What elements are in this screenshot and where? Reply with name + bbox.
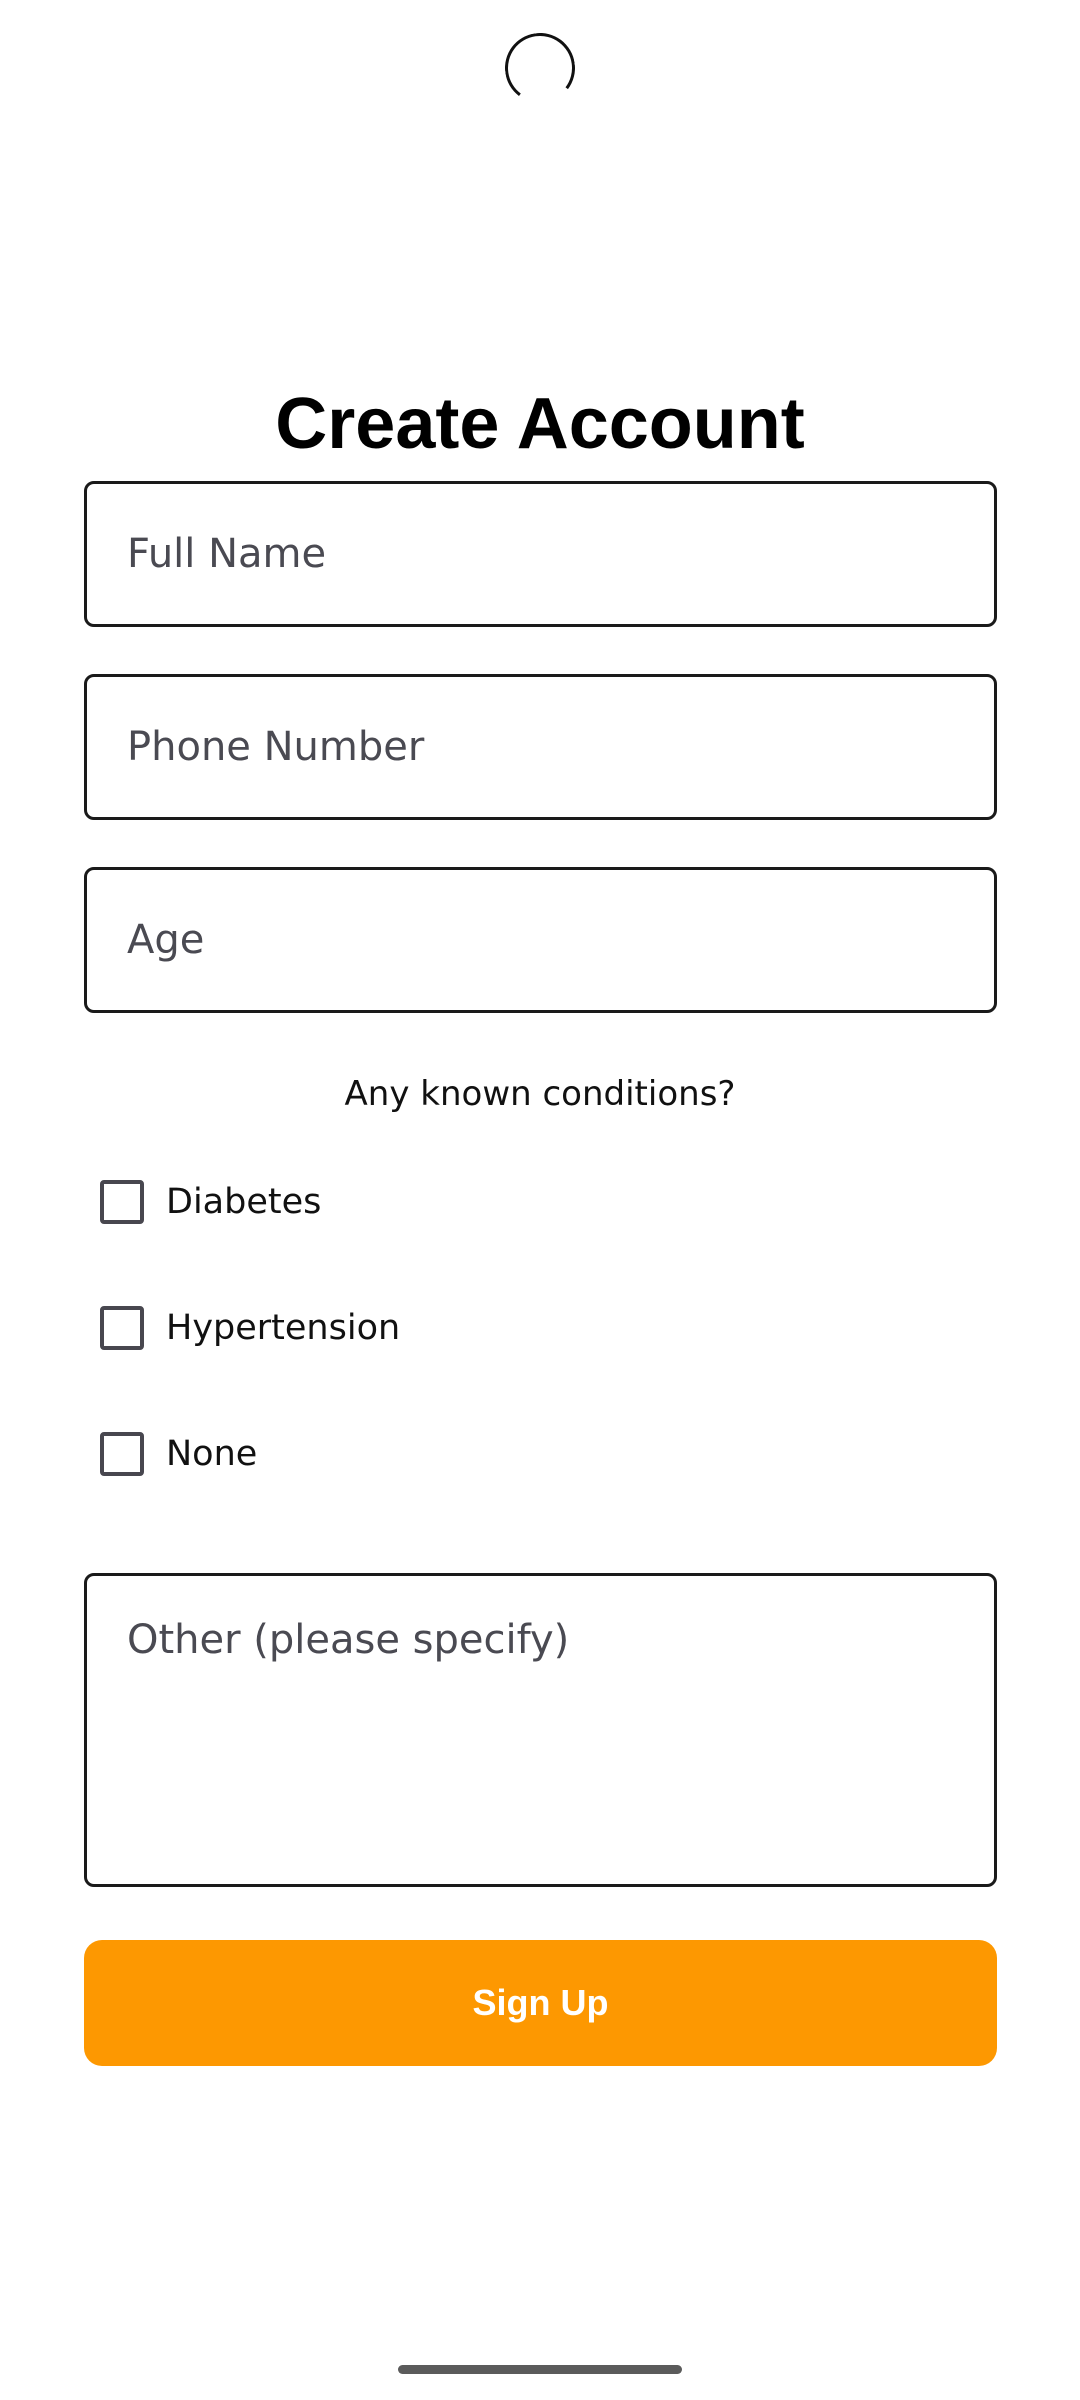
hypertension-label: Hypertension (166, 1308, 401, 1348)
sign-up-button[interactable]: Sign Up (84, 1940, 997, 2066)
none-checkbox-row[interactable]: None (100, 1424, 257, 1484)
hypertension-checkbox[interactable] (100, 1306, 144, 1350)
phone-number-field[interactable] (84, 674, 997, 820)
home-indicator[interactable] (398, 2365, 682, 2374)
conditions-question: Any known conditions? (344, 1074, 736, 1114)
other-conditions-field[interactable] (84, 1573, 997, 1887)
none-checkbox[interactable] (100, 1432, 144, 1476)
diabetes-checkbox[interactable] (100, 1180, 144, 1224)
hypertension-checkbox-row[interactable]: Hypertension (100, 1298, 400, 1358)
none-label: None (166, 1434, 258, 1474)
diabetes-checkbox-row[interactable]: Diabetes (100, 1172, 321, 1232)
camera-cutout-icon (500, 28, 580, 108)
full-name-field[interactable] (84, 481, 997, 627)
age-field[interactable] (84, 867, 997, 1013)
diabetes-label: Diabetes (166, 1182, 322, 1222)
page-title: Create Account (275, 384, 805, 465)
